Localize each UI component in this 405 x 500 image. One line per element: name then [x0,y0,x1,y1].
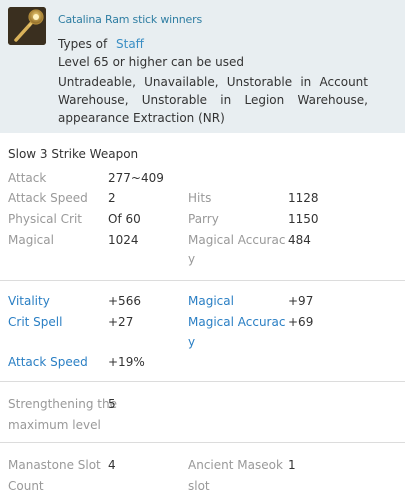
attack-label: Attack [8,171,47,185]
divider [0,381,405,382]
physical-crit-label: Physical Crit [8,212,82,226]
manastone-slot-label: Manastone Slot [8,458,101,472]
item-header: Catalina Ram stick winners Types of Staf… [0,0,405,133]
magical-value: 1024 [108,233,139,247]
trade-restrictions: Untradeable, Unavailable, Unstorable in … [58,75,368,125]
attack-speed-label: Attack Speed [8,191,88,205]
bonus-attack-speed-label: Attack Speed [8,355,88,369]
magical-accuracy-label-wrap: y [188,252,196,266]
level-requirement: Level 65 or higher can be used [58,55,244,69]
ancient-slot-value: 1 [288,458,296,472]
crit-spell-value: +27 [108,315,134,329]
bonus-attack-speed-value: +19% [108,355,145,369]
enchant-value: 5 [108,397,116,411]
weapon-type: Slow 3 Strike Weapon [8,147,139,161]
bonus-magical-accuracy-label-wrap: y [188,335,196,349]
ancient-slot-label: Ancient Maseok [188,458,283,472]
staff-icon [8,7,46,45]
bonus-magical-accuracy-label: Magical Accurac [188,315,286,329]
manastone-slot-value: 4 [108,458,116,472]
ancient-slot-label-wrap: slot [188,479,210,493]
item-name: Catalina Ram stick winners [58,13,202,26]
hits-label: Hits [188,191,212,205]
vitality-value: +566 [108,294,141,308]
bonus-magical-label: Magical [188,294,234,308]
magical-accuracy-value: 484 [288,233,311,247]
manastone-slot-label-wrap: Count [8,479,44,493]
enchant-label: Strengthening the [8,397,117,411]
magical-label: Magical [8,233,54,247]
types-label: Types of [58,37,108,51]
types-value[interactable]: Staff [116,37,144,51]
parry-label: Parry [188,212,219,226]
magical-accuracy-label: Magical Accurac [188,233,286,247]
divider [0,280,405,281]
crit-spell-label: Crit Spell [8,315,63,329]
attack-speed-value: 2 [108,191,116,205]
attack-value: 277~409 [108,171,164,185]
divider [0,442,405,443]
bonus-magical-accuracy-value: +69 [288,315,314,329]
bonus-magical-value: +97 [288,294,314,308]
parry-value: 1150 [288,212,319,226]
vitality-label: Vitality [8,294,50,308]
hits-value: 1128 [288,191,319,205]
physical-crit-value: Of 60 [108,212,141,226]
enchant-label-wrap: maximum level [8,418,101,432]
